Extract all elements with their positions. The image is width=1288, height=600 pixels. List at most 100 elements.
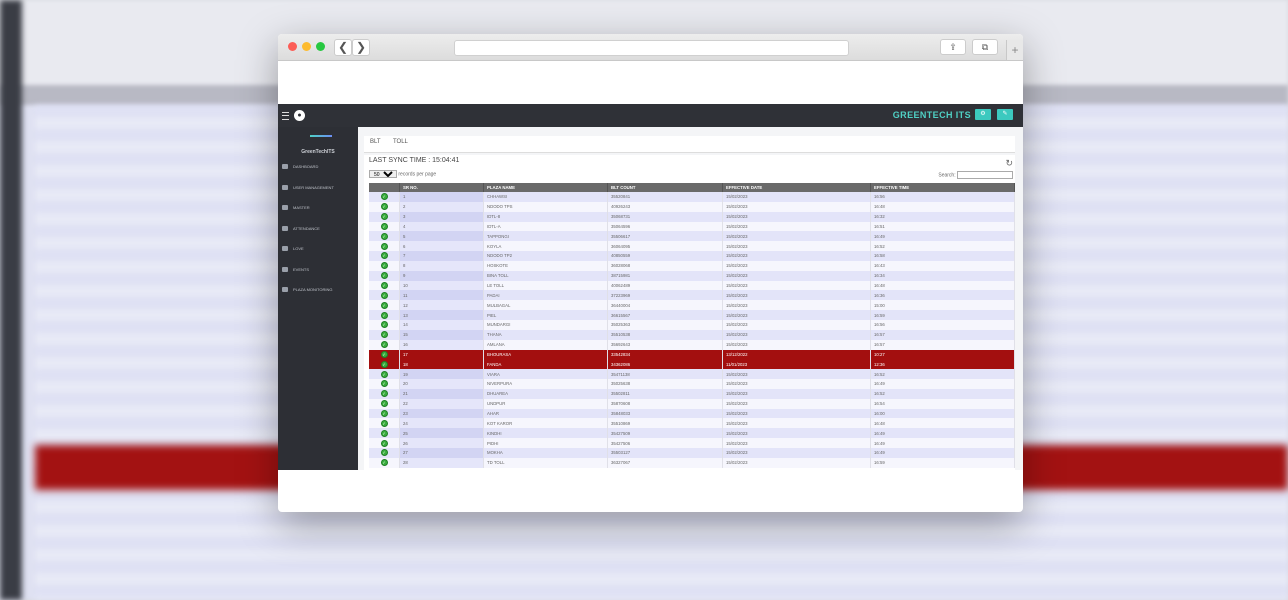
column-header[interactable]: EFFECTIVE TIME bbox=[870, 183, 1015, 192]
status-check-icon[interactable]: ✓ bbox=[380, 419, 388, 427]
plaza-name-cell: CHHAWSI bbox=[483, 192, 608, 202]
table-row[interactable]: ✓ 19 VIARA 35471138 15/02/2023 16:52 bbox=[369, 369, 1015, 380]
status-check-icon[interactable]: ✓ bbox=[380, 449, 388, 457]
status-check-icon[interactable]: ✓ bbox=[380, 272, 388, 280]
close-window-button[interactable] bbox=[288, 42, 297, 51]
tabs-overview-icon[interactable]: ⧉ bbox=[972, 39, 998, 55]
column-header[interactable]: EFFECTIVE DATE bbox=[722, 183, 871, 192]
back-button[interactable]: ❮ bbox=[334, 39, 352, 56]
status-check-icon[interactable]: ✓ bbox=[380, 242, 388, 250]
table-row[interactable]: ✓ 17 BHOURASA 33542834 13/12/2022 10:27 bbox=[369, 349, 1015, 360]
status-check-icon[interactable]: ✓ bbox=[380, 360, 388, 368]
tab-blt[interactable]: BLT bbox=[370, 139, 381, 145]
status-check-icon[interactable]: ✓ bbox=[380, 341, 388, 349]
table-row[interactable]: ✓ 24 KOT KAROR 35510869 15/02/2023 16:48 bbox=[369, 418, 1015, 429]
user-avatar-icon[interactable]: ● bbox=[294, 110, 305, 121]
tab-toll[interactable]: TOLL bbox=[393, 139, 408, 145]
status-check-icon[interactable]: ✓ bbox=[380, 390, 388, 398]
sidebar-item-user-management[interactable]: USER MANAGEMENT bbox=[282, 183, 356, 193]
status-check-icon[interactable]: ✓ bbox=[380, 439, 388, 447]
status-check-icon[interactable]: ✓ bbox=[380, 459, 388, 467]
minimize-window-button[interactable] bbox=[302, 42, 311, 51]
status-check-icon[interactable]: ✓ bbox=[380, 370, 388, 378]
menu-toggle-icon[interactable] bbox=[282, 112, 289, 120]
page-size-select[interactable]: 50 bbox=[369, 170, 397, 178]
zoom-window-button[interactable] bbox=[316, 42, 325, 51]
sidebar-item-master[interactable]: MASTER bbox=[282, 203, 356, 213]
table-row[interactable]: ✓ 9 BINA TOLL 38715981 15/02/2023 16:34 bbox=[369, 270, 1015, 281]
table-row[interactable]: ✓ 6 KOYLA 36064095 15/02/2023 16:52 bbox=[369, 241, 1015, 252]
status-check-icon[interactable]: ✓ bbox=[380, 400, 388, 408]
row-status-cell: ✓ bbox=[369, 300, 400, 311]
column-header[interactable] bbox=[369, 183, 400, 192]
sr-no-cell: 18 bbox=[399, 359, 484, 370]
effective-time-cell: 16:48 bbox=[870, 418, 1015, 429]
refresh-icon[interactable]: ↻ bbox=[1005, 158, 1013, 169]
sr-no-cell: 21 bbox=[399, 388, 484, 399]
table-row[interactable]: ✓ 5 TAPPONGI 35506617 15/02/2023 16:49 bbox=[369, 231, 1015, 242]
status-check-icon[interactable]: ✓ bbox=[380, 409, 388, 417]
table-row[interactable]: ✓ 28 TD TOLL 36327067 15/02/2023 16:59 bbox=[369, 457, 1015, 468]
settings-gear-button[interactable]: ⚙ bbox=[975, 109, 991, 120]
table-row[interactable]: ✓ 10 LE TOLL 40062489 15/02/2023 16:48 bbox=[369, 280, 1015, 291]
sidebar-item-plaza-monitoring[interactable]: PLAZA MONITORING bbox=[282, 285, 356, 295]
column-header[interactable]: PLAZA NAME bbox=[483, 183, 608, 192]
status-check-icon[interactable]: ✓ bbox=[380, 282, 388, 290]
table-row[interactable]: ✓ 20 NIVERPURA 35025638 15/02/2023 16:49 bbox=[369, 379, 1015, 389]
table-row[interactable]: ✓ 23 AHAR 35848033 15/02/2023 16:00 bbox=[369, 408, 1015, 419]
tool-button[interactable]: ✎ bbox=[997, 109, 1013, 120]
table-row[interactable]: ✓ 3 IDTL-8 35068731 15/02/2023 16:32 bbox=[369, 211, 1015, 222]
status-check-icon[interactable]: ✓ bbox=[380, 262, 388, 270]
table-row[interactable]: ✓ 12 MULBAGAL 36440004 15/02/2023 15:00 bbox=[369, 300, 1015, 311]
table-row[interactable]: ✓ 18 FANDA 34362086 11/01/2023 12:36 bbox=[369, 359, 1015, 370]
column-header[interactable]: SR NO. bbox=[399, 183, 484, 192]
table-row[interactable]: ✓ 26 PIDHI 35427506 15/02/2023 16:49 bbox=[369, 438, 1015, 448]
status-check-icon[interactable]: ✓ bbox=[380, 203, 388, 211]
table-row[interactable]: ✓ 13 PIEL 36615567 15/02/2023 16:59 bbox=[369, 310, 1015, 320]
status-check-icon[interactable]: ✓ bbox=[380, 193, 388, 201]
status-check-icon[interactable]: ✓ bbox=[380, 350, 388, 358]
status-check-icon[interactable]: ✓ bbox=[380, 380, 388, 388]
effective-date-cell: 15/02/2023 bbox=[722, 408, 871, 419]
row-status-cell: ✓ bbox=[369, 408, 400, 419]
status-check-icon[interactable]: ✓ bbox=[380, 252, 388, 260]
table-row[interactable]: ✓ 8 HOSKOTE 36028068 15/02/2023 16:43 bbox=[369, 260, 1015, 271]
search-input[interactable] bbox=[957, 171, 1013, 179]
effective-time-cell: 16:54 bbox=[870, 398, 1015, 409]
status-check-icon[interactable]: ✓ bbox=[380, 291, 388, 299]
status-check-icon[interactable]: ✓ bbox=[380, 311, 388, 319]
status-check-icon[interactable]: ✓ bbox=[380, 429, 388, 437]
status-check-icon[interactable]: ✓ bbox=[380, 222, 388, 230]
table-row[interactable]: ✓ 7 NDODO TP2 40850559 15/02/2023 16:58 bbox=[369, 251, 1015, 261]
table-row[interactable]: ✓ 14 MUNDARGI 35025363 15/02/2023 16:56 bbox=[369, 319, 1015, 330]
address-bar[interactable] bbox=[454, 40, 849, 56]
blt-panel: LAST SYNC TIME : 15:04:41 ↻ 50 records p… bbox=[364, 155, 1015, 470]
table-row[interactable]: ✓ 27 MOKHA 35503127 15/02/2023 16:49 bbox=[369, 447, 1015, 458]
sidebar-item-attendance[interactable]: ATTENDANCE bbox=[282, 224, 356, 234]
column-header[interactable]: BLT COUNT bbox=[607, 183, 723, 192]
table-row[interactable]: ✓ 15 THANA 35510538 15/02/2023 16:57 bbox=[369, 329, 1015, 340]
table-row[interactable]: ✓ 21 DHUAREA 35502811 15/02/2023 16:52 bbox=[369, 388, 1015, 399]
status-check-icon[interactable]: ✓ bbox=[380, 331, 388, 339]
plaza-name-cell: NDODO TPS bbox=[483, 201, 608, 212]
new-tab-button[interactable]: + bbox=[1006, 40, 1023, 60]
table-row[interactable]: ✓ 11 PADAI 37223969 15/02/2023 16:36 bbox=[369, 290, 1015, 301]
status-check-icon[interactable]: ✓ bbox=[380, 213, 388, 221]
table-row[interactable]: ✓ 1 CHHAWSI 35520841 15/02/2023 16:56 bbox=[369, 192, 1015, 202]
effective-time-cell: 16:59 bbox=[870, 457, 1015, 468]
table-row[interactable]: ✓ 4 IDTL-A 35064596 15/02/2023 16:51 bbox=[369, 221, 1015, 232]
sidebar-item-events[interactable]: EVENTS bbox=[282, 265, 356, 275]
effective-time-cell: 16:48 bbox=[870, 280, 1015, 291]
status-check-icon[interactable]: ✓ bbox=[380, 301, 388, 309]
share-icon[interactable]: ⇪ bbox=[940, 39, 966, 55]
sidebar-item-dashboard[interactable]: DASHBOARD bbox=[282, 162, 356, 172]
table-row[interactable]: ✓ 2 NDODO TPS 40926243 15/02/2023 16:48 bbox=[369, 201, 1015, 212]
status-check-icon[interactable]: ✓ bbox=[380, 321, 388, 329]
table-row[interactable]: ✓ 22 UNDPUR 35870608 15/02/2023 16:54 bbox=[369, 398, 1015, 409]
sidebar-item-love[interactable]: LOVE bbox=[282, 244, 356, 254]
forward-button[interactable]: ❯ bbox=[352, 39, 370, 56]
table-row[interactable]: ✓ 16 AMLANA 35692643 15/02/2023 16:57 bbox=[369, 339, 1015, 350]
blurred-background-sidebar bbox=[0, 0, 22, 600]
status-check-icon[interactable]: ✓ bbox=[380, 232, 388, 240]
table-row[interactable]: ✓ 25 KINDHI 35427509 15/02/2023 16:49 bbox=[369, 428, 1015, 439]
